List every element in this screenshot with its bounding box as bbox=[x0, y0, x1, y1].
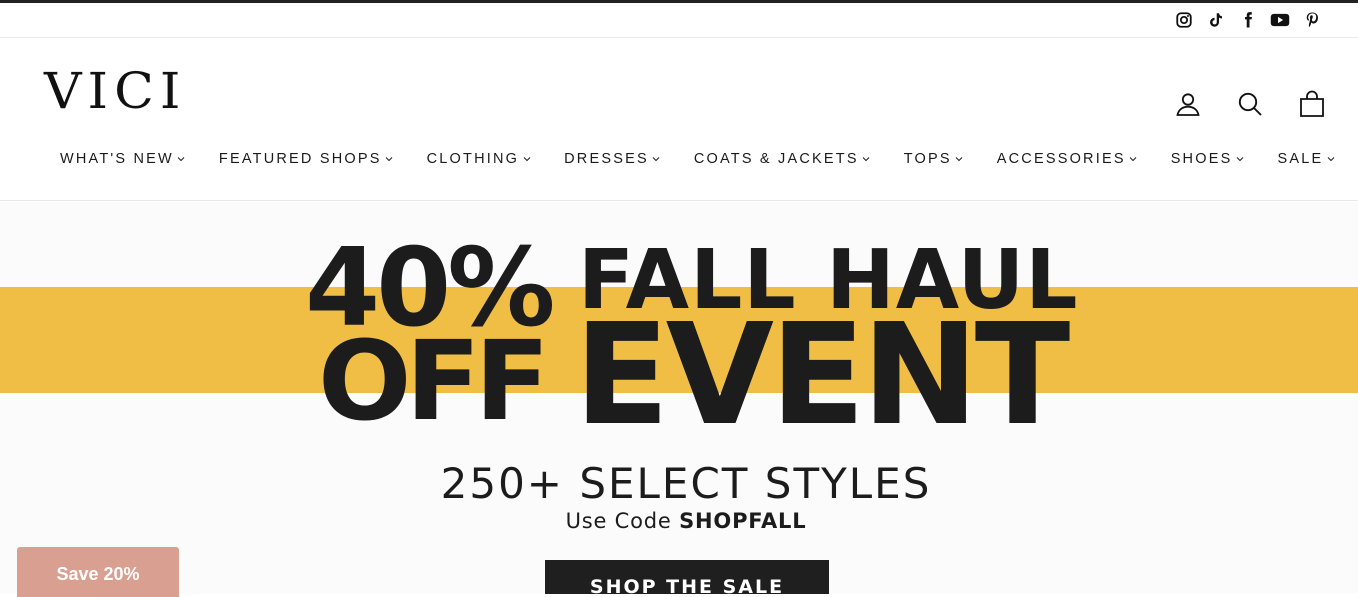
bag-icon[interactable] bbox=[1298, 90, 1326, 118]
nav-item-shoes[interactable]: SHOES bbox=[1171, 151, 1245, 167]
nav-item-clothing[interactable]: CLOTHING bbox=[427, 151, 532, 167]
main-nav: WHAT'S NEW FEATURED SHOPS CLOTHING DRESS… bbox=[60, 151, 1358, 167]
header-actions bbox=[1174, 90, 1326, 118]
nav-item-whats-new[interactable]: WHAT'S NEW bbox=[60, 151, 186, 167]
social-links bbox=[1174, 10, 1322, 30]
nav-item-label: COATS & JACKETS bbox=[693, 151, 859, 167]
nav-item-accessories[interactable]: ACCESSORIES bbox=[997, 151, 1138, 167]
nav-item-label: FEATURED SHOPS bbox=[218, 151, 382, 167]
hero-event: EVENT bbox=[574, 294, 1070, 457]
pinterest-icon[interactable] bbox=[1302, 10, 1322, 30]
nav-item-label: DRESSES bbox=[564, 151, 649, 167]
vici-logo[interactable]: VICI bbox=[44, 64, 186, 121]
tiktok-icon[interactable] bbox=[1206, 10, 1226, 30]
chevron-down-icon bbox=[177, 155, 186, 164]
facebook-icon[interactable] bbox=[1238, 10, 1258, 30]
hero-select-styles: 250+ SELECT STYLES bbox=[440, 459, 932, 508]
nav-item-dresses[interactable]: DRESSES bbox=[564, 151, 661, 167]
nav-item-label: ACCESSORIES bbox=[996, 151, 1126, 167]
chevron-down-icon bbox=[385, 155, 394, 164]
chevron-down-icon bbox=[862, 155, 871, 164]
chevron-down-icon bbox=[955, 155, 964, 164]
chevron-down-icon bbox=[522, 155, 531, 164]
save-20-button[interactable]: Save 20% bbox=[17, 547, 179, 597]
hero-promo-code: Use Code SHOPFALL bbox=[0, 509, 1358, 533]
search-icon[interactable] bbox=[1236, 90, 1264, 118]
utility-bar bbox=[0, 3, 1358, 38]
account-icon[interactable] bbox=[1174, 90, 1202, 118]
chevron-down-icon bbox=[652, 155, 661, 164]
nav-item-coats-jackets[interactable]: COATS & JACKETS bbox=[694, 151, 871, 167]
nav-item-sale[interactable]: SALE bbox=[1277, 151, 1335, 167]
nav-item-label: CLOTHING bbox=[426, 151, 520, 167]
site-header: VICI WHAT'S NEW FEATURED SHOPS CLOTHING … bbox=[0, 38, 1358, 201]
promo-code-value: SHOPFALL bbox=[679, 509, 807, 533]
nav-item-label: WHAT'S NEW bbox=[60, 151, 174, 167]
chevron-down-icon bbox=[1129, 155, 1138, 164]
chevron-down-icon bbox=[1235, 155, 1244, 164]
nav-item-label: SHOES bbox=[1170, 151, 1233, 167]
hero-off: OFF bbox=[318, 317, 550, 445]
hero-banner[interactable]: 40% OFF FALL HAUL EVENT 250+ SELECT STYL… bbox=[0, 202, 1358, 594]
nav-item-featured-shops[interactable]: FEATURED SHOPS bbox=[219, 151, 394, 167]
nav-item-label: SALE bbox=[1277, 151, 1324, 167]
nav-item-tops[interactable]: TOPS bbox=[904, 151, 964, 167]
shop-the-sale-button[interactable]: SHOP THE SALE bbox=[545, 560, 829, 594]
youtube-icon[interactable] bbox=[1270, 10, 1290, 30]
chevron-down-icon bbox=[1326, 155, 1335, 164]
nav-item-label: TOPS bbox=[903, 151, 952, 167]
instagram-icon[interactable] bbox=[1174, 10, 1194, 30]
promo-code-prefix: Use Code bbox=[565, 509, 680, 533]
